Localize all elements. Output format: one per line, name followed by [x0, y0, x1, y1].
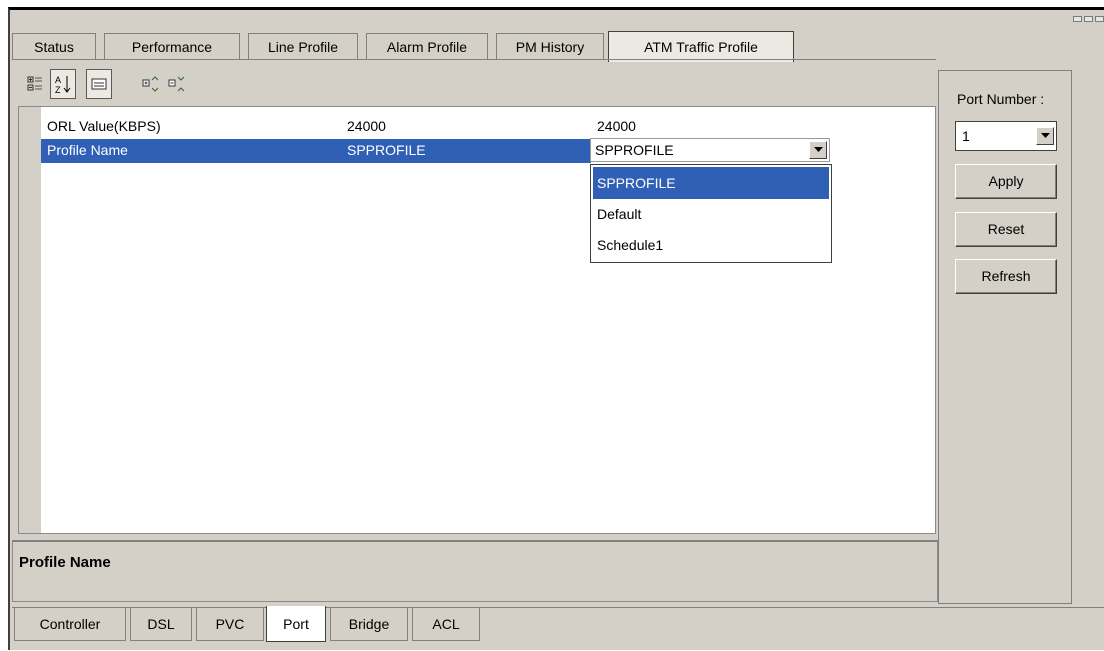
description-toggle-icon[interactable] — [86, 69, 112, 99]
tab-alarm-profile[interactable]: Alarm Profile — [366, 33, 488, 60]
svg-text:Z: Z — [55, 85, 61, 94]
sort-alphabetical-icon[interactable]: AZ — [50, 69, 76, 99]
property-value: 24000 — [347, 118, 386, 134]
property-name: Profile Name — [41, 139, 341, 163]
property-name: ORL Value(KBPS) — [47, 118, 161, 134]
tab-dsl[interactable]: DSL — [130, 608, 192, 641]
property-value: SPPROFILE — [341, 139, 591, 163]
apply-button[interactable]: Apply — [955, 164, 1057, 199]
dropdown-option[interactable]: Schedule1 — [593, 229, 829, 261]
chevron-down-icon[interactable] — [1036, 127, 1054, 145]
side-panel: Port Number : 1 Apply Reset Refresh — [938, 70, 1072, 604]
tab-port[interactable]: Port — [266, 606, 326, 642]
tab-performance[interactable]: Performance — [104, 33, 240, 60]
expand-all-icon[interactable] — [138, 69, 164, 99]
dropdown-option[interactable]: SPPROFILE — [593, 167, 829, 199]
grid-gutter — [19, 107, 41, 533]
collapse-all-icon[interactable] — [164, 69, 190, 99]
tab-bridge[interactable]: Bridge — [330, 608, 408, 641]
window-controls — [1073, 16, 1104, 22]
profile-dropdown-list: SPPROFILE Default Schedule1 — [590, 164, 832, 263]
refresh-button[interactable]: Refresh — [955, 259, 1057, 294]
tab-divider — [12, 59, 936, 60]
description-panel: Profile Name — [12, 540, 938, 602]
tab-pvc[interactable]: PVC — [196, 608, 264, 641]
property-new-value[interactable]: 24000 — [591, 115, 831, 139]
profile-name-combo[interactable]: SPPROFILE — [590, 138, 830, 162]
port-number-label: Port Number : — [957, 91, 1045, 107]
description-title: Profile Name — [19, 554, 111, 571]
port-number-value: 1 — [962, 128, 970, 144]
table-row[interactable]: ORL Value(KBPS) 24000 24000 — [19, 115, 935, 139]
svg-text:A: A — [55, 75, 61, 85]
dropdown-option[interactable]: Default — [593, 198, 829, 230]
categorized-view-icon[interactable] — [22, 69, 48, 99]
reset-button[interactable]: Reset — [955, 212, 1057, 247]
port-number-select[interactable]: 1 — [955, 121, 1057, 151]
tab-acl[interactable]: ACL — [412, 608, 480, 641]
tab-pm-history[interactable]: PM History — [496, 33, 604, 60]
chevron-down-icon[interactable] — [809, 141, 827, 159]
profile-name-combo-value: SPPROFILE — [595, 142, 674, 158]
tab-status[interactable]: Status — [12, 33, 96, 60]
tab-atm-traffic-profile[interactable]: ATM Traffic Profile — [608, 31, 794, 62]
tab-line-profile[interactable]: Line Profile — [248, 33, 358, 60]
tab-controller[interactable]: Controller — [14, 608, 126, 641]
